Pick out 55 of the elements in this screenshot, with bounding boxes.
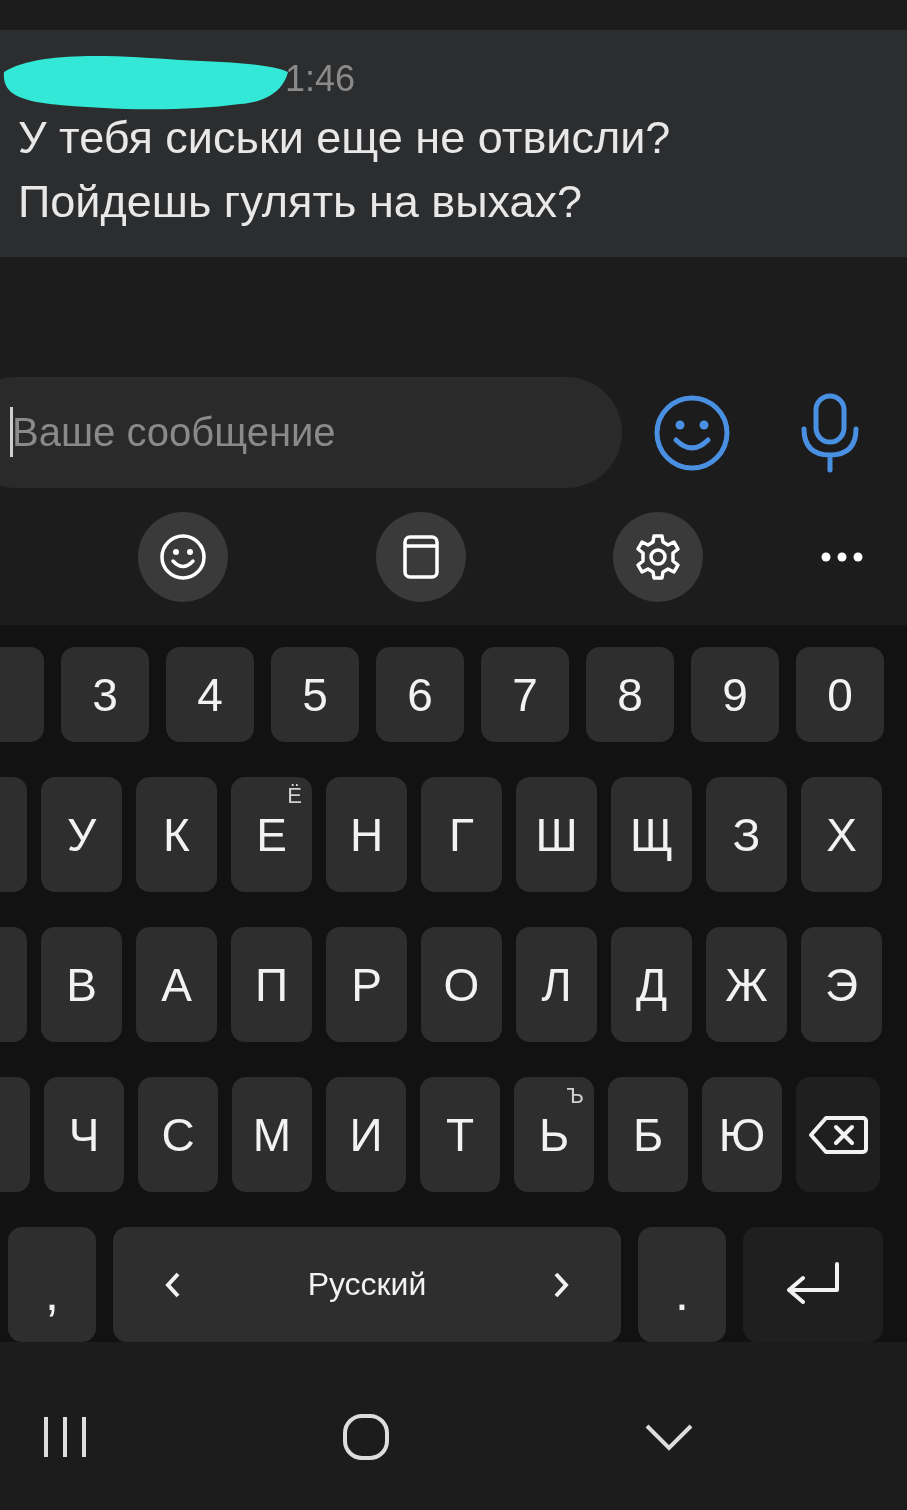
key[interactable]: . — [638, 1227, 726, 1342]
recent-apps-icon[interactable] — [42, 1415, 88, 1459]
key[interactable]: 3 — [61, 647, 149, 742]
key[interactable]: Ч — [44, 1077, 124, 1192]
settings-icon — [633, 531, 683, 582]
backspace-key[interactable] — [796, 1077, 880, 1192]
key[interactable]: Ё Е — [231, 777, 312, 892]
key[interactable]: , — [8, 1227, 96, 1342]
key[interactable]: К — [136, 777, 217, 892]
message-text: Пойдешь гулять на выхах? — [18, 175, 584, 229]
smiley-icon[interactable] — [653, 393, 731, 472]
smiley-icon — [158, 531, 208, 582]
message-time: 1:46 — [285, 58, 356, 100]
microphone-icon[interactable] — [799, 392, 861, 473]
enter-key[interactable] — [743, 1227, 883, 1342]
key[interactable]: Н — [326, 777, 407, 892]
key[interactable]: З — [706, 777, 787, 892]
text-cursor — [10, 407, 13, 457]
key[interactable]: У — [41, 777, 122, 892]
key[interactable]: Г — [421, 777, 502, 892]
key[interactable]: Д — [611, 927, 692, 1042]
key-hint: Ъ — [566, 1083, 584, 1109]
key[interactable]: 5 — [271, 647, 359, 742]
key[interactable]: А — [136, 927, 217, 1042]
key[interactable]: Ж — [706, 927, 787, 1042]
key[interactable]: Э — [801, 927, 882, 1042]
key[interactable]: Щ — [611, 777, 692, 892]
chevron-down-icon[interactable] — [644, 1422, 694, 1452]
key[interactable]: О — [421, 927, 502, 1042]
key[interactable]: Ш — [516, 777, 597, 892]
key[interactable]: М — [232, 1077, 312, 1192]
key[interactable]: Ю — [702, 1077, 782, 1192]
key[interactable]: 0 — [796, 647, 884, 742]
key[interactable]: И — [326, 1077, 406, 1192]
key[interactable]: 6 — [376, 647, 464, 742]
key[interactable]: П — [231, 927, 312, 1042]
key[interactable]: С — [138, 1077, 218, 1192]
home-icon[interactable] — [342, 1413, 390, 1461]
key[interactable]: 4 — [166, 647, 254, 742]
key[interactable]: Л — [516, 927, 597, 1042]
key[interactable]: Х — [801, 777, 882, 892]
key[interactable]: Ъ Ь — [514, 1077, 594, 1192]
key[interactable]: Б — [608, 1077, 688, 1192]
key[interactable]: В — [41, 927, 122, 1042]
message-input-field[interactable]: Ваше сообщение — [0, 377, 622, 488]
key[interactable]: 9 — [691, 647, 779, 742]
more-icon[interactable] — [821, 550, 863, 563]
backspace-icon — [808, 1114, 868, 1155]
key[interactable]: Т — [420, 1077, 500, 1192]
key[interactable]: 8 — [586, 647, 674, 742]
space-key[interactable]: Русский — [113, 1227, 621, 1342]
key[interactable]: Р — [326, 927, 407, 1042]
key[interactable]: 7 — [481, 647, 569, 742]
message-text: У тебя сиськи еще не отвисли? — [18, 111, 672, 165]
key-hint: Ё — [287, 783, 302, 809]
